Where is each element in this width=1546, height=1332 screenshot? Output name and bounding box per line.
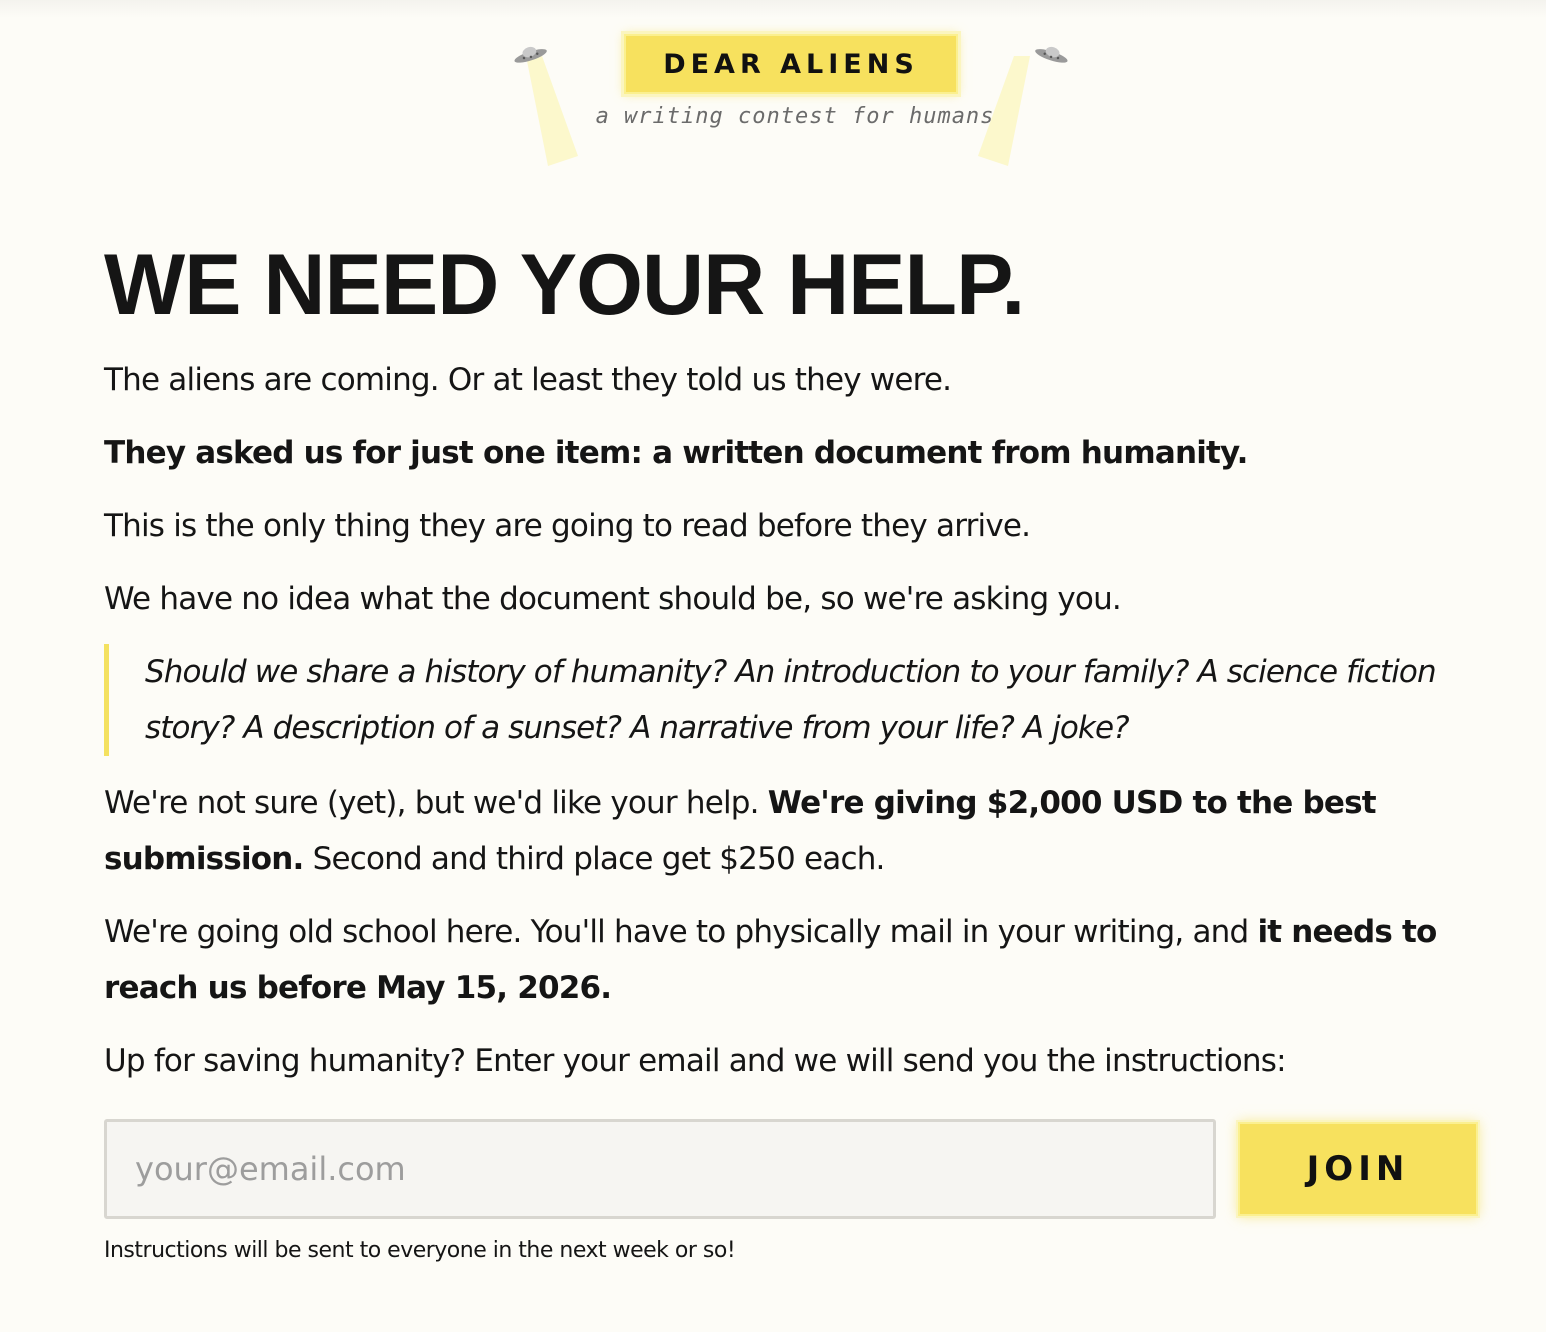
prize-lead: We're not sure (yet), but we'd like your… — [104, 785, 768, 821]
intro-paragraph: The aliens are coming. Or at least they … — [104, 362, 952, 398]
request-text: They asked us for just one item: a writt… — [104, 435, 1248, 471]
only-thing-paragraph: This is the only thing they are going to… — [104, 508, 1031, 544]
prize-paragraph: We're not sure (yet), but we'd like your… — [104, 775, 1484, 887]
ideas-quote-text: Should we share a history of humanity? A… — [145, 654, 1437, 746]
ufo-icon — [514, 46, 547, 63]
signup-form: JOIN — [104, 1119, 1480, 1219]
join-button[interactable]: JOIN — [1238, 1122, 1478, 1216]
brand-logo[interactable]: DEAR ALIENS — [624, 34, 958, 94]
no-idea-paragraph: We have no idea what the document should… — [104, 581, 1122, 617]
site-header: DEAR ALIENS a writing contest for humans — [500, 30, 1090, 170]
deadline-paragraph: We're going old school here. You'll have… — [104, 904, 1484, 1016]
deadline-lead: We're going old school here. You'll have… — [104, 914, 1258, 950]
page-title: WE NEED YOUR HELP. — [104, 237, 1025, 333]
request-paragraph: They asked us for just one item: a writt… — [104, 425, 1484, 481]
ufo-icon — [1035, 46, 1068, 63]
instructions-note: Instructions will be sent to everyone in… — [104, 1238, 736, 1263]
email-input[interactable] — [104, 1119, 1216, 1219]
ideas-quote: Should we share a history of humanity? A… — [104, 644, 1465, 756]
main-content: WE NEED YOUR HELP. The aliens are coming… — [104, 236, 1484, 1089]
signup-prompt: Up for saving humanity? Enter your email… — [104, 1043, 1287, 1079]
tagline: a writing contest for humans — [595, 104, 995, 129]
prize-tail: Second and third place get $250 each. — [303, 841, 886, 877]
